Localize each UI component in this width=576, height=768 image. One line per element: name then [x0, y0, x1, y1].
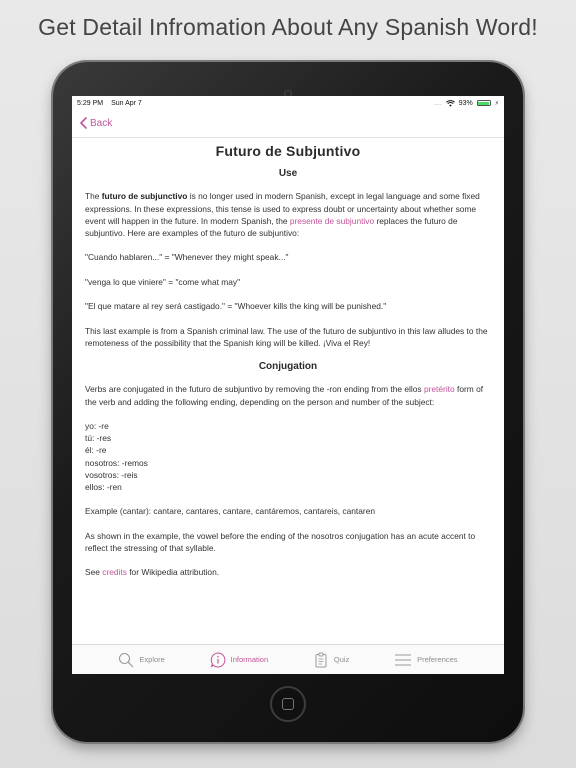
status-time: 5:29 PM [77, 99, 104, 107]
clipboard-icon [315, 652, 327, 667]
headline: Get Detail Infromation About Any Spanish… [38, 14, 538, 40]
ending-yo: yo: -re [85, 420, 109, 431]
ending-nosotros: nosotros: -remos [85, 457, 148, 468]
back-button[interactable]: Back [78, 116, 112, 130]
intro-bold-term: futuro de subjunctivo [101, 191, 188, 202]
tab-information[interactable]: Information [210, 651, 269, 668]
intro-text-a: The [85, 191, 102, 202]
ipad-frame: 5:29 PM Sun Apr 7 .... 93% ⚡ Back Futuro… [53, 62, 523, 742]
ending-tu: tú: -res [85, 433, 112, 444]
tab-bar: Explore Information Quiz Preferences [72, 644, 504, 674]
preterito-link[interactable]: pretérito [424, 384, 455, 394]
example-3: "El que matare al rey será castigado." =… [85, 301, 387, 312]
status-bar: 5:29 PM Sun Apr 7 .... 93% ⚡ [72, 96, 504, 110]
credits-link[interactable]: credits [102, 567, 127, 577]
conjugation-heading: Conjugation [258, 361, 318, 373]
use-heading: Use [278, 168, 298, 180]
example-1: "Cuando hablaren..." = "Whenever they mi… [85, 252, 289, 263]
example-2: "venga lo que viniere" = "come what may" [85, 276, 241, 287]
status-date: Sun Apr 7 [111, 99, 142, 107]
home-button[interactable] [270, 686, 306, 722]
tab-explore-label: Explore [139, 655, 165, 664]
criminal-law-paragraph: This last example is from a Spanish crim… [85, 325, 488, 348]
credits-line: See credits for Wikipedia attribution. [85, 566, 491, 578]
attribution-text: for Wikipedia attribution. [126, 567, 220, 578]
tab-preferences-label: Preferences [417, 655, 458, 664]
charging-icon: ⚡ [494, 100, 499, 107]
info-icon [210, 651, 225, 667]
menu-lines-icon [395, 654, 412, 665]
tab-information-label: Information [230, 655, 269, 664]
ending-ellos: ellos: -ren [85, 481, 122, 492]
intro-paragraph: The futuro de subjunctivo is no longer u… [85, 190, 491, 239]
battery-icon [476, 100, 491, 106]
article-content[interactable]: Futuro de Subjuntivo Use The futuro de s… [85, 138, 491, 644]
search-icon [119, 652, 134, 667]
battery-percent: 93% [458, 99, 473, 107]
tab-explore[interactable]: Explore [118, 652, 165, 668]
tab-preferences[interactable]: Preferences [394, 652, 458, 668]
navigation-bar: Back [72, 110, 504, 138]
article-title: Futuro de Subjuntivo [215, 143, 361, 159]
conjugation-paragraph: Verbs are conjugated in the futuro de su… [85, 383, 491, 407]
chevron-left-icon [80, 117, 87, 129]
screen: 5:29 PM Sun Apr 7 .... 93% ⚡ Back Futuro… [72, 96, 504, 674]
see-text: See [85, 567, 103, 578]
endings-list: yo: -re tú: -res él: -re nosotros: -remo… [85, 420, 491, 493]
ending-el: él: -re [85, 445, 107, 456]
back-label: Back [90, 117, 113, 129]
tab-quiz-label: Quiz [333, 655, 350, 664]
home-square-icon [282, 698, 294, 710]
wifi-icon [445, 99, 455, 107]
presente-de-subjuntivo-link[interactable]: presente de subjuntivo [290, 216, 374, 226]
accent-paragraph: As shown in the example, the vowel befor… [85, 530, 476, 553]
example-cantar: Example (cantar): cantare, cantares, can… [85, 506, 376, 517]
conj-text-a: Verbs are conjugated in the futuro de su… [85, 384, 424, 395]
signal-dots: .... [433, 99, 442, 107]
tab-quiz[interactable]: Quiz [313, 652, 349, 668]
ending-vosotros: vosotros: -reis [85, 469, 138, 480]
